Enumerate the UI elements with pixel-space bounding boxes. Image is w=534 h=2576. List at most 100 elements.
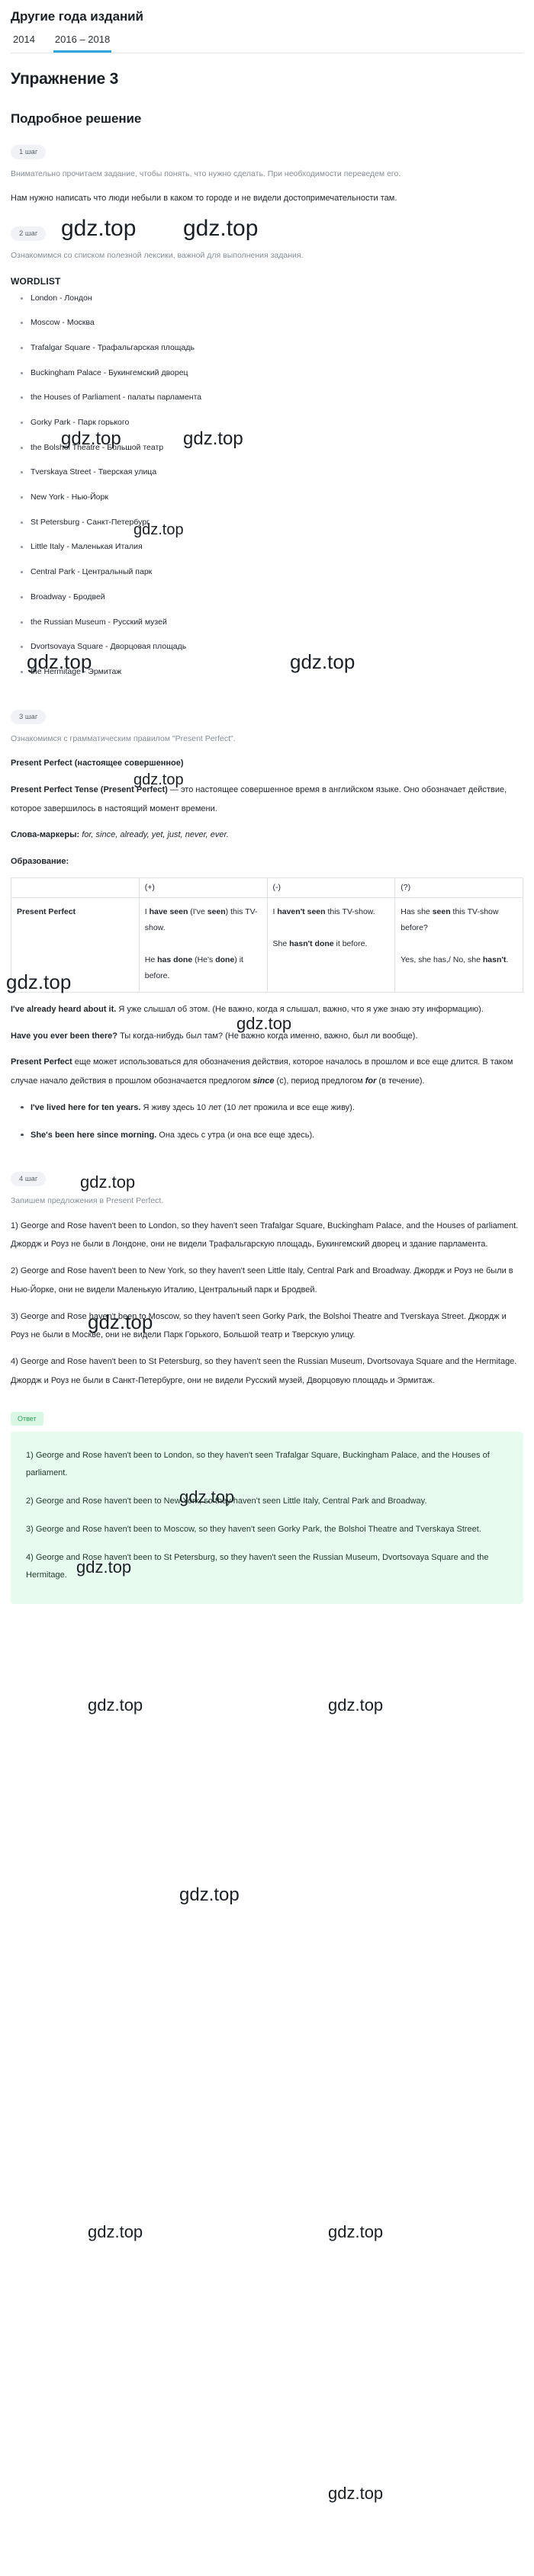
table-cell-negative: I haven't seen this TV-show. She hasn't …	[266, 897, 396, 993]
table-cell-empty	[11, 877, 140, 898]
present-perfect-table: (+) (-) (?) Present Perfect I have seen …	[11, 877, 523, 993]
solution-heading: Подробное решение	[11, 111, 142, 126]
usage-since: since	[253, 1076, 275, 1086]
list-item: New York - Нью-Йорк	[21, 492, 523, 503]
step4-sentence-3: 3) George and Rose haven't been to Mosco…	[11, 1311, 507, 1340]
list-item: London - Лондон	[21, 293, 523, 304]
step-badge-1: 1 шаг	[11, 145, 47, 159]
cell-text: Yes, she has,/ No, she	[400, 954, 483, 964]
watermark: gdz.top	[328, 1695, 384, 1715]
table-row: Present Perfect I have seen (I've seen) …	[11, 897, 523, 993]
cell-bold: hasn't done	[289, 938, 334, 948]
rule-definition: Present Perfect Tense (Present Perfect) …	[11, 781, 523, 819]
table-cell-question: Has she seen this TV-show before? Yes, s…	[394, 897, 523, 993]
other-editions-title: Другие года изданий	[11, 9, 143, 24]
cell-bold: seen	[432, 906, 451, 916]
example-1-bold: I've already heard about it.	[11, 1004, 117, 1014]
year-tabs: 2014 2016 – 2018	[11, 32, 523, 53]
usage-text-2: (c), период предлогом	[274, 1076, 365, 1086]
step1-instruction: Внимательно прочитаем задание, чтобы пон…	[11, 169, 401, 178]
cell-text: She	[272, 938, 290, 948]
list-item: Dvortsovaya Square - Дворцовая площадь	[21, 641, 523, 653]
cell-bold: have seen	[149, 906, 188, 916]
list-item: the Houses of Parliament - палаты парлам…	[21, 392, 523, 403]
usage-for: for	[365, 1076, 377, 1086]
cell-bold: has done	[157, 954, 193, 964]
step3-instruction: Ознакомимся с грамматическим правилом "P…	[11, 733, 236, 743]
example-1: I've already heard about it. Я уже слыша…	[11, 1000, 523, 1019]
rule-definition-term: Present Perfect Tense (Present Perfect)	[11, 784, 168, 794]
list-item: Moscow - Москва	[21, 317, 523, 329]
wordlist: London - Лондон Moscow - Москва Trafalga…	[11, 293, 523, 678]
usage-example-rest: Я живу здесь 10 лет (10 лет прожила и вс…	[140, 1102, 355, 1112]
cell-text: Has she	[400, 906, 433, 916]
answer-line-3: 3) George and Rose haven't been to Mosco…	[26, 1524, 481, 1534]
answer-line-1: 1) George and Rose haven't been to Londo…	[26, 1450, 490, 1477]
list-item: I've lived here for ten years. Я живу зд…	[21, 1099, 523, 1117]
usage-example-rest: Она здесь с утра (и она все еще здесь).	[156, 1130, 315, 1140]
list-item: Gorky Park - Парк горького	[21, 417, 523, 428]
usage-examples: I've lived here for ten years. Я живу зд…	[11, 1099, 523, 1144]
list-item: St Petersburg - Санкт-Петербург	[21, 517, 523, 528]
table-header-negative: (-)	[266, 877, 396, 898]
cell-text: (I've	[188, 906, 207, 916]
usage-example-bold: She's been here since morning.	[31, 1130, 157, 1140]
step4-instruction: Запишем предложения в Present Perfect.	[11, 1196, 164, 1206]
solution-page: Другие года изданий 2014 2016 – 2018 Упр…	[0, 0, 534, 2576]
step4-sentence-2: 2) George and Rose haven't been to New Y…	[11, 1266, 513, 1294]
cell-bold: done	[215, 954, 235, 964]
cell-bold: seen	[207, 906, 226, 916]
year-tab-2016-2018[interactable]: 2016 – 2018	[53, 32, 112, 53]
table-header-question: (?)	[394, 877, 523, 898]
cell-bold: hasn't	[482, 954, 507, 964]
step4-sentence-1: 1) George and Rose haven't been to Londo…	[11, 1221, 519, 1250]
list-item: Broadway - Бродвей	[21, 592, 523, 603]
step-badge-4: 4 шаг	[11, 1172, 47, 1187]
answer-line-2: 2) George and Rose haven't been to New Y…	[26, 1496, 427, 1506]
list-item: Tverskaya Street - Тверская улица	[21, 467, 523, 478]
watermark: gdz.top	[328, 2484, 384, 2503]
watermark: gdz.top	[88, 2222, 143, 2241]
list-item: the Bolshoi Theatre - Большой театр	[21, 442, 523, 454]
list-item: the Russian Museum - Русский музей	[21, 617, 523, 628]
list-item: Trafalgar Square - Трафальгарская площад…	[21, 342, 523, 354]
cell-text: this TV-show.	[325, 906, 375, 916]
usage-paragraph: Present Perfect еще может использоваться…	[11, 1053, 523, 1091]
usage-example-bold: I've lived here for ten years.	[31, 1102, 141, 1112]
list-item: Buckingham Palace - Букингемский дворец	[21, 367, 523, 379]
answer-box: 1) George and Rose haven't been to Londo…	[11, 1431, 523, 1605]
cell-text: (He's	[192, 954, 216, 964]
marker-words-label: Слова-маркеры:	[11, 830, 80, 840]
list-item: Little Italy - Маленькая Италия	[21, 541, 523, 553]
table-row-signs: (+) (-) (?)	[11, 877, 523, 898]
answer-line-4: 4) George and Rose haven't been to St Pe…	[26, 1552, 489, 1580]
step1-body: Нам нужно написать что люди небыли в как…	[11, 194, 397, 204]
formation-label: Образование:	[11, 852, 523, 871]
watermark: gdz.top	[328, 2222, 384, 2241]
wordlist-heading: WORDLIST	[11, 275, 61, 287]
watermark: gdz.top	[88, 1695, 143, 1715]
example-1-rest: Я уже слышал об этом. (Не важно, когда я…	[116, 1004, 484, 1014]
table-header-positive: (+)	[138, 877, 268, 898]
cell-bold: haven't seen	[277, 906, 326, 916]
watermark: gdz.top	[179, 1885, 240, 1905]
step2-instruction: Ознакомимся со списком полезной лексики,…	[11, 251, 304, 261]
marker-words: Слова-маркеры: for, since, already, yet,…	[11, 826, 523, 845]
formation-label-text: Образование:	[11, 857, 69, 867]
page-title: Упражнение 3	[11, 70, 119, 88]
usage-term: Present Perfect	[11, 1057, 72, 1067]
rule-title: Present Perfect (настоящее совершенное)	[11, 754, 523, 773]
usage-text-3: (в течение).	[376, 1076, 425, 1086]
table-cell-positive: I have seen (I've seen) this TV-show. He…	[138, 897, 268, 993]
rule-title-text: Present Perfect (настоящее совершенное)	[11, 759, 184, 768]
cell-text: He	[144, 954, 158, 964]
list-item: Central Park - Центральный парк	[21, 566, 523, 578]
year-tab-2014[interactable]: 2014	[11, 32, 37, 53]
example-2-rest: Ты когда-нибудь был там? (Не важно когда…	[117, 1031, 418, 1041]
step4-sentence-4: 4) George and Rose haven't been to St Pe…	[11, 1357, 517, 1385]
list-item: She's been here since morning. Она здесь…	[21, 1126, 523, 1144]
cell-text: it before.	[333, 938, 368, 948]
example-2-bold: Have you ever been there?	[11, 1031, 118, 1041]
example-2: Have you ever been there? Ты когда-нибуд…	[11, 1027, 523, 1046]
list-item: the Hermitage - Эрмитаж	[21, 666, 523, 678]
